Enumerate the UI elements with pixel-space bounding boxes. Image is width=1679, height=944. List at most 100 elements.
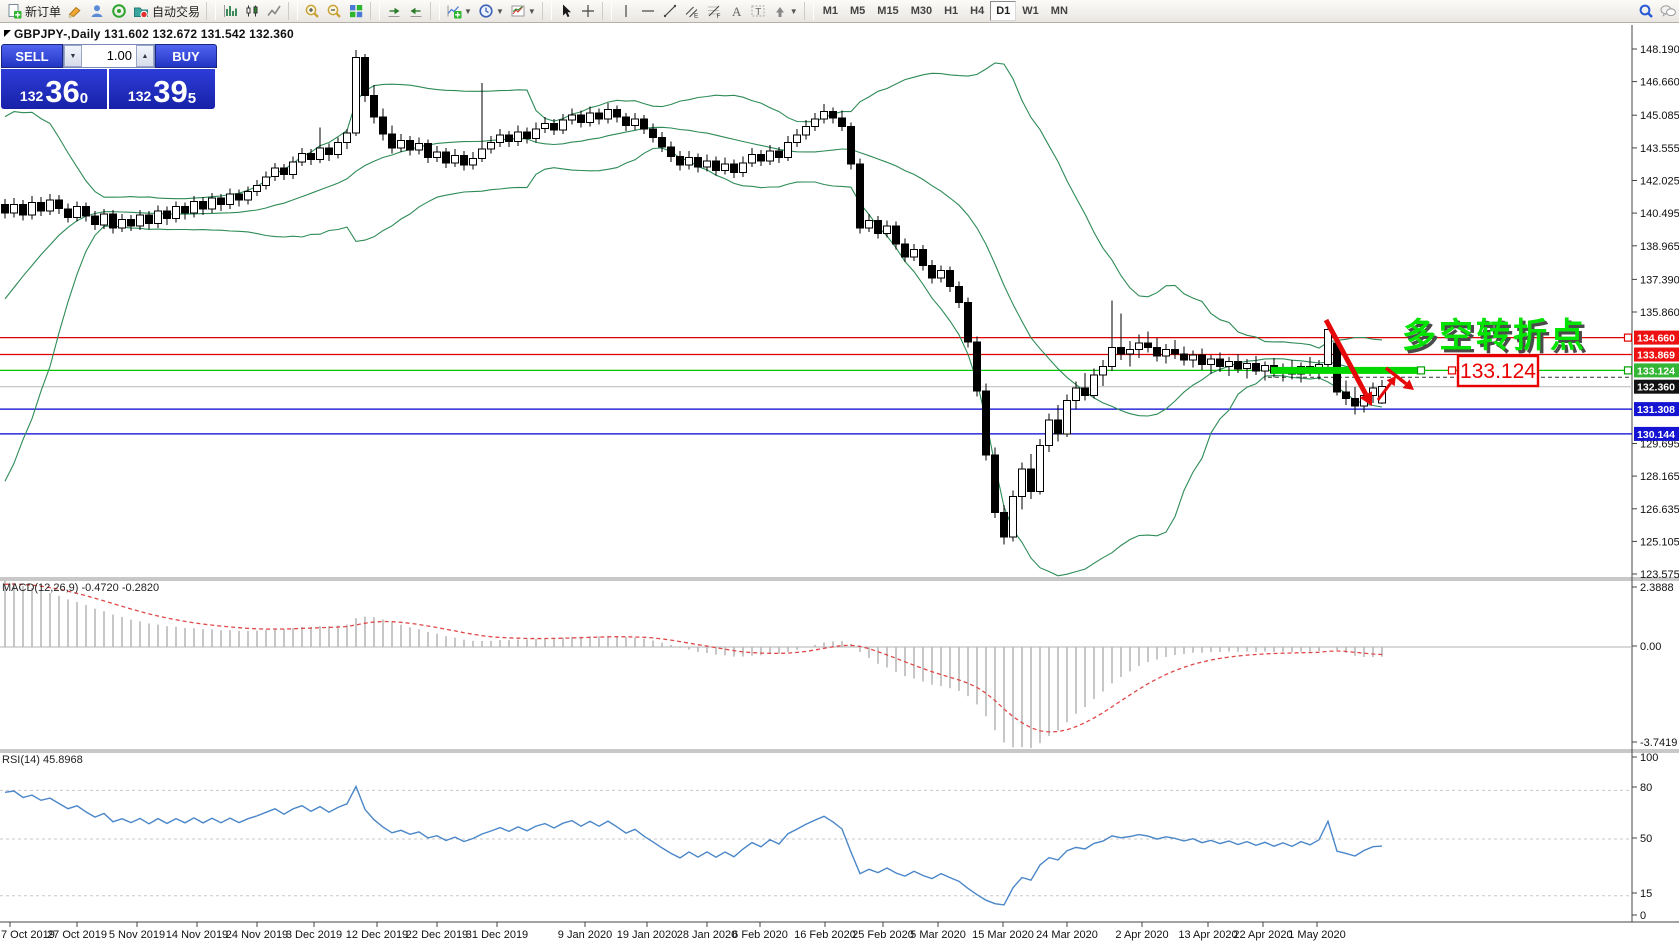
date-tick-label: 3 Dec 2019 [286, 929, 342, 941]
cursor-button[interactable] [555, 1, 577, 21]
toolbar-separator [430, 2, 440, 20]
macd-tick-label: -3.7419 [1640, 737, 1677, 749]
tile-windows-button[interactable] [345, 1, 367, 21]
text-button[interactable]: A [725, 1, 747, 21]
timeframe-button-m30[interactable]: M30 [905, 1, 938, 21]
price-tick-label: 126.635 [1640, 504, 1679, 516]
price-tick-label: 128.165 [1640, 471, 1679, 483]
chart-shift-button[interactable] [383, 1, 405, 21]
search-icon [1638, 3, 1654, 19]
date-tick-label: 6 Feb 2020 [732, 929, 788, 941]
macd-label: MACD(12,26,9) -0.4720 -0.2820 [2, 582, 159, 594]
templates-button[interactable]: ▼ [507, 1, 539, 21]
text-label-button[interactable]: T [747, 1, 769, 21]
macd-tick-label: 2.3888 [1640, 582, 1674, 594]
date-tick-label: 27 Oct 2019 [47, 929, 107, 941]
macd-panel [0, 581, 1632, 748]
autotrade-icon [133, 3, 149, 19]
new-order-button[interactable]: 新订单 [3, 1, 64, 21]
price-tick-label: 123.575 [1640, 569, 1679, 581]
bar-chart-button[interactable] [219, 1, 241, 21]
chevron-down-icon: ▼ [464, 7, 472, 16]
chevron-down-icon: ▼ [528, 7, 536, 16]
trendline-icon [662, 3, 678, 19]
auto-scroll-button[interactable] [405, 1, 427, 21]
mt4-window: 新订单自动交易▼▼▼EFAT▼M1M5M15M30H1H4D1W1MN 133.… [0, 0, 1679, 944]
date-tick-label: 5 Mar 2020 [910, 929, 966, 941]
volume-input[interactable]: 1.00 [82, 45, 136, 67]
horizontal-line-button[interactable] [637, 1, 659, 21]
candlestick-chart-button[interactable] [241, 1, 263, 21]
new-order-icon [6, 3, 22, 19]
price-tick-label: 125.105 [1640, 536, 1679, 548]
volume-increase-button[interactable]: ▲ [136, 45, 154, 67]
object-handle [1449, 367, 1456, 374]
object-handle [1418, 367, 1425, 374]
bar-chart-icon [222, 3, 238, 19]
chevron-down-icon: ▼ [496, 7, 504, 16]
highlighter-button[interactable] [64, 1, 86, 21]
toolbar-separator [804, 2, 814, 20]
fibonacci-button[interactable]: F [703, 1, 725, 21]
toolbar-separator [206, 2, 216, 20]
volume-decrease-button[interactable]: ▼ [64, 45, 82, 67]
timeframe-button-m1[interactable]: M1 [817, 1, 844, 21]
timeframe-button-h1[interactable]: H1 [938, 1, 964, 21]
sell-price[interactable]: 132360 [1, 69, 107, 109]
one-click-trading-panel: SELL ▼ 1.00 ▲ BUY 132360 132395 [1, 44, 217, 109]
rsi-label: RSI(14) 45.8968 [2, 754, 83, 766]
timeframe-button-m15[interactable]: M15 [871, 1, 904, 21]
svg-text:A: A [732, 4, 742, 19]
indicators-icon [446, 3, 462, 19]
toolbar-label: 自动交易 [152, 3, 200, 20]
buy-button[interactable]: BUY [155, 44, 217, 68]
arrows-button[interactable]: ▼ [769, 1, 801, 21]
sell-price-big-figure: 132 [20, 88, 43, 104]
line-chart-icon [266, 3, 282, 19]
chart-title: GBPJPY-,Daily 131.602 132.672 131.542 13… [14, 27, 294, 41]
price-callout-label: 133.124 [1460, 360, 1536, 383]
timeframe-button-m5[interactable]: M5 [844, 1, 871, 21]
price-tick-label: 138.965 [1640, 241, 1679, 253]
autotrading-button[interactable]: 自动交易 [130, 1, 203, 21]
price-chip-label: 133.869 [1637, 350, 1675, 362]
line-chart-button[interactable] [263, 1, 285, 21]
zoom-in-button[interactable] [301, 1, 323, 21]
zoom-out-button[interactable] [323, 1, 345, 21]
vertical-line-button[interactable] [615, 1, 637, 21]
periods-icon [478, 3, 494, 19]
profiles-button[interactable] [86, 1, 108, 21]
date-tick-label: 2 Apr 2020 [1115, 929, 1168, 941]
timeframe-button-w1[interactable]: W1 [1016, 1, 1045, 21]
highlighter-icon [67, 3, 83, 19]
rsi-tick-label: 80 [1640, 782, 1652, 794]
label-icon: T [750, 3, 766, 19]
rsi-tick-label: 50 [1640, 833, 1652, 845]
price-chip-label: 132.360 [1637, 382, 1675, 394]
indicators-button[interactable]: ▼ [443, 1, 475, 21]
signals-button[interactable] [108, 1, 130, 21]
auto-scroll-icon [408, 3, 424, 19]
chart-canvas[interactable]: 133.124多空转折点多空转折点148.190146.660145.08514… [0, 0, 1679, 944]
crosshair-button[interactable] [577, 1, 599, 21]
candles-layer [2, 50, 1386, 545]
search-button[interactable] [1635, 1, 1657, 21]
volume-box: ▼ 1.00 ▲ [63, 44, 155, 68]
buy-price-point: 5 [188, 92, 196, 106]
equidistant-channel-button[interactable]: E [681, 1, 703, 21]
buy-price[interactable]: 132395 [109, 69, 215, 109]
text-icon: A [728, 3, 744, 19]
date-tick-label: 19 Jan 2020 [617, 929, 678, 941]
timeframe-button-mn[interactable]: MN [1045, 1, 1074, 21]
sell-button[interactable]: SELL [1, 44, 63, 68]
trendline-button[interactable] [659, 1, 681, 21]
toolbar: 新订单自动交易▼▼▼EFAT▼M1M5M15M30H1H4D1W1MN [0, 0, 1679, 23]
timeframe-button-d1[interactable]: D1 [990, 1, 1016, 21]
price-chip-label: 133.124 [1637, 365, 1675, 377]
object-handle [1625, 367, 1632, 374]
timeframe-button-h4[interactable]: H4 [964, 1, 990, 21]
toolbar-separator [288, 2, 298, 20]
symbol-marker-icon [4, 30, 11, 37]
chat-button[interactable] [1657, 1, 1679, 21]
periods-button[interactable]: ▼ [475, 1, 507, 21]
